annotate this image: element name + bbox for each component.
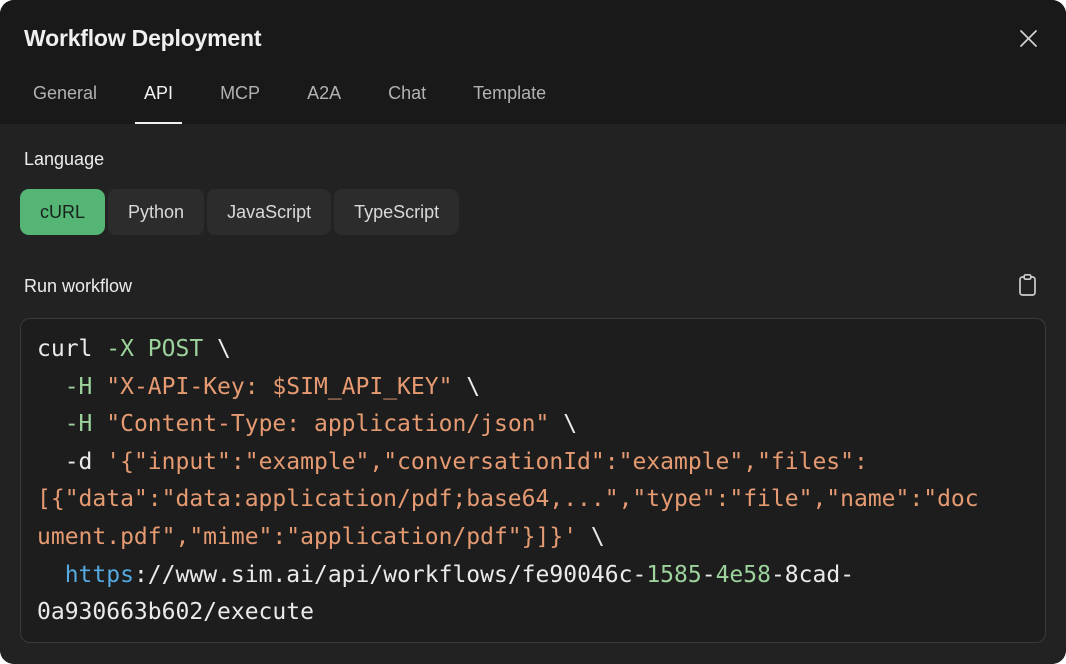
language-option-typescript[interactable]: TypeScript [334, 189, 459, 235]
dialog-body: Language cURLPythonJavaScriptTypeScript … [0, 124, 1066, 664]
copy-button[interactable] [1014, 273, 1040, 299]
tab-bar: General API MCP A2A Chat Template [24, 82, 1042, 124]
code-line: [{"data":"data:application/pdf;base64,..… [37, 481, 1029, 519]
dialog-title: Workflow Deployment [24, 26, 1042, 51]
workflow-deployment-dialog: Workflow Deployment General API MCP A2A Chat… [0, 0, 1066, 664]
language-selector: cURLPythonJavaScriptTypeScript [20, 189, 1046, 235]
tab-general[interactable]: General [24, 82, 106, 124]
code-line: curl -X POST \ [37, 331, 1029, 369]
run-workflow-label: Run workflow [24, 275, 132, 297]
tab-api[interactable]: API [135, 82, 182, 124]
code-line: 0a930663b602/execute [37, 594, 1029, 632]
code-line: ument.pdf","mime":"application/pdf"}]}' … [37, 519, 1029, 557]
dialog-header: Workflow Deployment General API MCP A2A Chat… [0, 0, 1066, 124]
code-line: -d '{"input":"example","conversationId":… [37, 444, 1029, 482]
language-option-curl[interactable]: cURL [20, 189, 105, 235]
language-label: Language [24, 148, 1042, 170]
language-option-python[interactable]: Python [108, 189, 204, 235]
tab-chat[interactable]: Chat [379, 82, 435, 124]
code-block: curl -X POST \ -H "X-API-Key: $SIM_API_K… [20, 318, 1046, 643]
tab-template[interactable]: Template [464, 82, 555, 124]
language-option-javascript[interactable]: JavaScript [207, 189, 331, 235]
code-line: -H "Content-Type: application/json" \ [37, 406, 1029, 444]
tab-mcp[interactable]: MCP [211, 82, 269, 124]
run-workflow-row: Run workflow [24, 273, 1042, 299]
code-line: https://www.sim.ai/api/workflows/fe90046… [37, 557, 1029, 595]
clipboard-icon [1017, 273, 1038, 300]
tab-a2a[interactable]: A2A [298, 82, 350, 124]
code-line: -H "X-API-Key: $SIM_API_KEY" \ [37, 369, 1029, 407]
close-icon [1019, 29, 1038, 51]
close-button[interactable] [1016, 28, 1040, 52]
